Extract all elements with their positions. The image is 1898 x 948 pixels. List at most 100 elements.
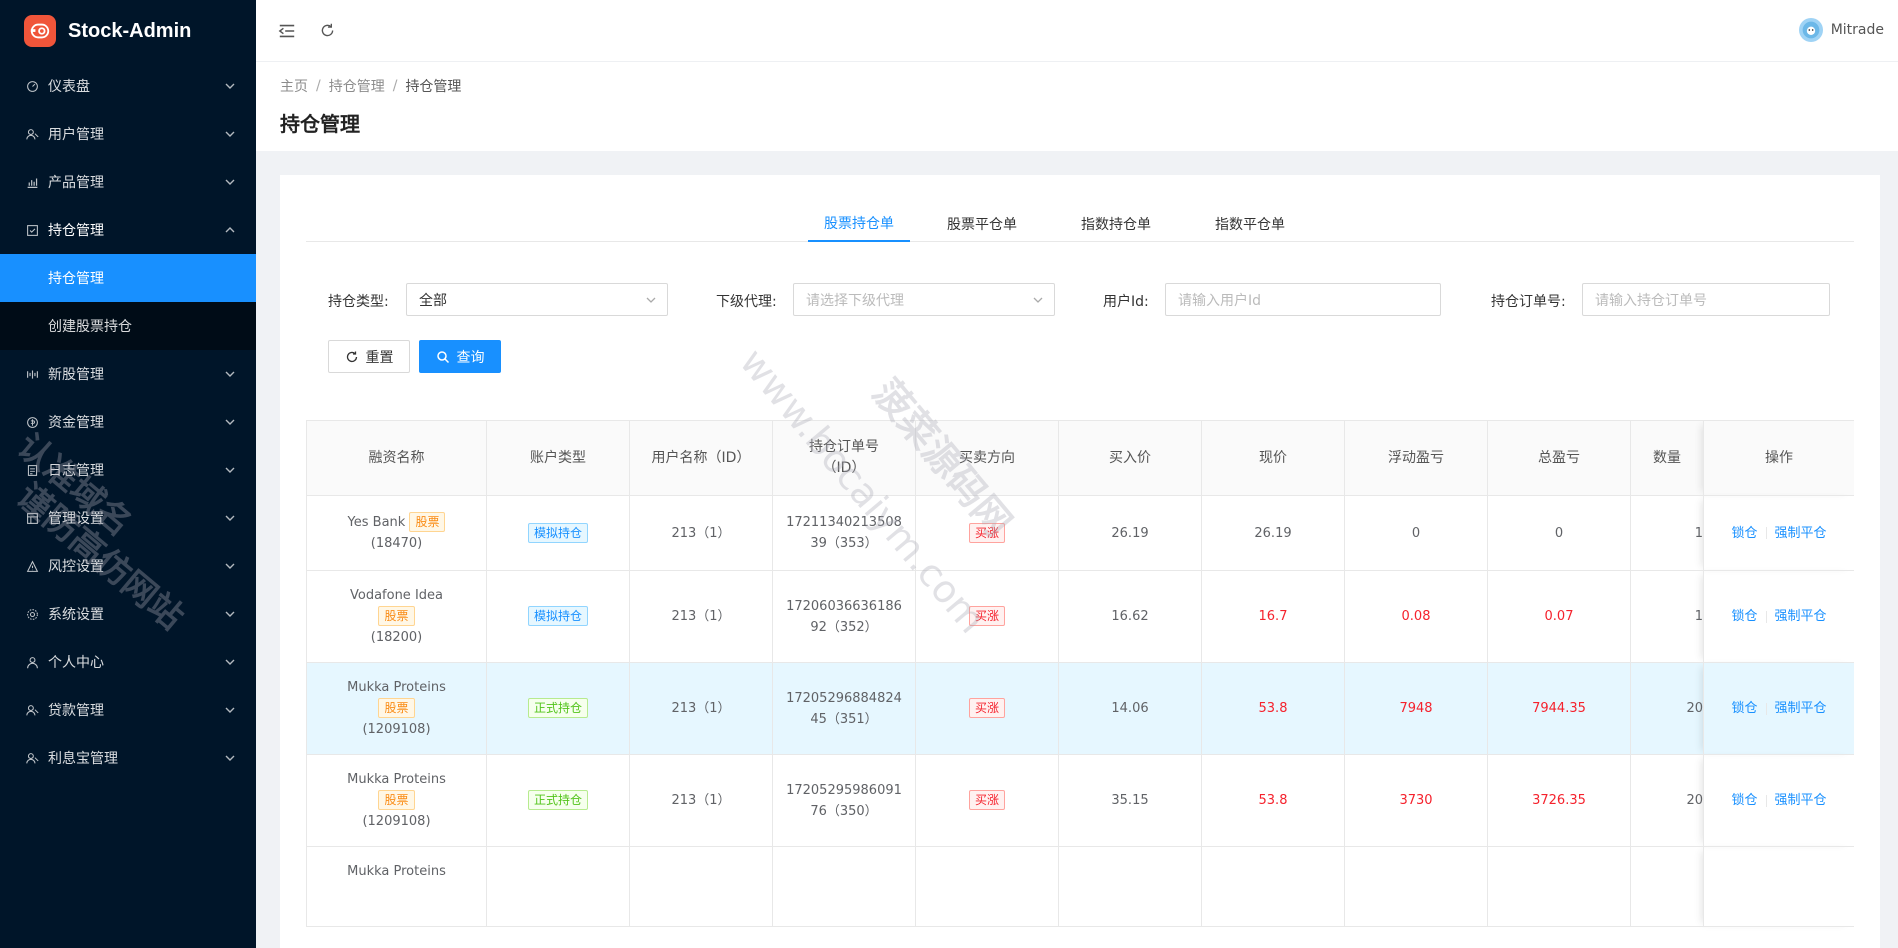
sidebar-item-12[interactable]: 利息宝管理 bbox=[0, 734, 256, 782]
account-type-tag: 模拟持仓 bbox=[527, 522, 588, 543]
tab-stock-positions[interactable]: 股票持仓单 bbox=[808, 205, 910, 242]
table-row[interactable]: Mukka Proteins bbox=[306, 846, 1854, 927]
account-type-tag: 正式持仓 bbox=[527, 698, 588, 718]
sidebar-item-10[interactable]: 个人中心 bbox=[0, 638, 256, 686]
breadcrumb-section[interactable]: 持仓管理 bbox=[329, 76, 385, 96]
sidebar-item-1[interactable]: 用户管理 bbox=[0, 110, 256, 158]
cell-total-pnl: 0.07 bbox=[1487, 570, 1631, 663]
stock-code: (18470) bbox=[370, 536, 423, 551]
stock-code: (18200) bbox=[370, 630, 423, 645]
force-close-link[interactable]: 强制平仓 bbox=[1775, 701, 1827, 716]
sidebar-item-3[interactable]: 持仓管理 bbox=[0, 206, 256, 254]
stock-name: Yes Bank bbox=[347, 515, 406, 530]
cell-name: Vodafone Idea 股票 (18200) bbox=[306, 570, 487, 663]
breadcrumb-separator: / bbox=[316, 78, 321, 94]
empty-cell bbox=[629, 846, 773, 927]
chevron-down-icon bbox=[225, 611, 235, 617]
force-close-link[interactable]: 强制平仓 bbox=[1775, 526, 1827, 541]
sidebar-item-2[interactable]: 产品管理 bbox=[0, 158, 256, 206]
tab-stock-closed[interactable]: 股票平仓单 bbox=[926, 205, 1038, 242]
force-close-link[interactable]: 强制平仓 bbox=[1775, 793, 1827, 808]
user-menu[interactable]: Mitrade bbox=[1798, 18, 1884, 42]
col-buy-price: 买入价 bbox=[1058, 420, 1202, 496]
sidebar-item-4[interactable]: 新股管理 bbox=[0, 350, 256, 398]
lock-position-link[interactable]: 锁仓 bbox=[1731, 701, 1757, 716]
stock-tag: 股票 bbox=[409, 512, 446, 532]
direction-tag: 买涨 bbox=[968, 522, 1005, 543]
stock-tag: 股票 bbox=[378, 790, 415, 810]
cell-user: 213（1） bbox=[629, 495, 773, 571]
col-current-price: 现价 bbox=[1201, 420, 1345, 496]
cell-name: Mukka Proteins 股票 (1209108) bbox=[306, 662, 487, 755]
cell-quantity: 20 bbox=[1630, 662, 1704, 755]
empty-cell bbox=[1058, 846, 1202, 927]
chevron-down-icon bbox=[225, 515, 235, 521]
position-type-select[interactable]: 全部 bbox=[406, 283, 668, 316]
agent-select[interactable]: 请选择下级代理 bbox=[793, 283, 1055, 316]
sidebar-item-label: 风控设置 bbox=[48, 559, 104, 575]
cell-buy-price: 14.06 bbox=[1058, 662, 1202, 755]
direction-tag: 买涨 bbox=[968, 790, 1005, 810]
sidebar-item-label: 日志管理 bbox=[48, 463, 104, 479]
cell-user: 213（1） bbox=[629, 662, 773, 755]
refresh-icon[interactable] bbox=[316, 20, 338, 42]
sidebar-item-5[interactable]: 资金管理 bbox=[0, 398, 256, 446]
account-type-tag: 模拟持仓 bbox=[527, 606, 588, 626]
users-icon bbox=[24, 126, 40, 142]
col-name: 融资名称 bbox=[306, 420, 487, 496]
user-id-input[interactable]: 请输入用户Id bbox=[1165, 283, 1441, 316]
empty-cell bbox=[1703, 846, 1854, 927]
table-row[interactable]: Vodafone Idea 股票 (18200) 模拟持仓 213（1） 17206036… bbox=[306, 570, 1854, 663]
col-order-no: 持仓订单号 （ID） bbox=[772, 420, 916, 496]
breadcrumb: 主页 / 持仓管理 / 持仓管理 bbox=[280, 76, 1874, 96]
sidebar-subitem-0[interactable]: 持仓管理 bbox=[0, 254, 256, 302]
breadcrumb-home[interactable]: 主页 bbox=[280, 76, 308, 96]
sidebar-subitem-1[interactable]: 创建股票持仓 bbox=[0, 302, 256, 350]
sidebar-item-8[interactable]: 风控设置 bbox=[0, 542, 256, 590]
logo[interactable]: Stock-Admin bbox=[0, 0, 256, 62]
sidebar-item-0[interactable]: 仪表盘 bbox=[0, 62, 256, 110]
position-icon bbox=[24, 222, 40, 238]
chevron-down-icon bbox=[225, 659, 235, 665]
empty-cell bbox=[1630, 846, 1704, 927]
tab-bar: 股票持仓单 股票平仓单 指数持仓单 指数平仓单 bbox=[306, 205, 1854, 242]
direction-tag: 买涨 bbox=[968, 606, 1005, 626]
tab-index-closed[interactable]: 指数平仓单 bbox=[1194, 205, 1306, 242]
cell-current-price: 53.8 bbox=[1201, 662, 1345, 755]
search-button[interactable]: 查询 bbox=[419, 340, 501, 373]
order-no-input[interactable]: 请输入持仓订单号 bbox=[1582, 283, 1830, 316]
direction-tag: 买涨 bbox=[968, 698, 1005, 718]
cell-current-price: 16.7 bbox=[1201, 570, 1345, 663]
lock-position-link[interactable]: 锁仓 bbox=[1731, 609, 1757, 624]
sidebar-item-6[interactable]: 日志管理 bbox=[0, 446, 256, 494]
chevron-down-icon bbox=[225, 371, 235, 377]
reset-button[interactable]: 重置 bbox=[328, 340, 410, 373]
sidebar-item-11[interactable]: 贷款管理 bbox=[0, 686, 256, 734]
cell-name: Mukka Proteins bbox=[306, 846, 487, 927]
lock-position-link[interactable]: 锁仓 bbox=[1731, 526, 1757, 541]
sidebar-item-label: 仪表盘 bbox=[48, 79, 90, 95]
table-row[interactable]: Mukka Proteins 股票 (1209108) 正式持仓 213（1） 17205… bbox=[306, 754, 1854, 847]
sidebar-item-7[interactable]: 管理设置 bbox=[0, 494, 256, 542]
cell-buy-price: 16.62 bbox=[1058, 570, 1202, 663]
sidebar-item-9[interactable]: 系统设置 bbox=[0, 590, 256, 638]
table-row[interactable]: Mukka Proteins 股票 (1209108) 正式持仓 213（1） 17205… bbox=[306, 662, 1854, 755]
new-stock-icon bbox=[24, 366, 40, 382]
page-header: 主页 / 持仓管理 / 持仓管理 持仓管理 bbox=[256, 62, 1898, 151]
menu-fold-icon[interactable] bbox=[276, 20, 298, 42]
action-divider bbox=[1765, 610, 1767, 623]
chevron-down-icon bbox=[225, 755, 235, 761]
chevron-up-icon bbox=[225, 227, 235, 233]
cell-float-pnl: 0 bbox=[1344, 495, 1488, 571]
position-type-label: 持仓类型: bbox=[328, 294, 389, 310]
position-type-value: 全部 bbox=[419, 292, 447, 309]
chevron-down-icon bbox=[225, 131, 235, 137]
cell-quantity: 1 bbox=[1630, 495, 1704, 571]
lock-position-link[interactable]: 锁仓 bbox=[1731, 793, 1757, 808]
cell-direction: 买涨 bbox=[915, 662, 1059, 755]
chevron-down-icon bbox=[225, 179, 235, 185]
force-close-link[interactable]: 强制平仓 bbox=[1775, 609, 1827, 624]
table-row[interactable]: Yes Bank 股票 (18470) 模拟持仓 213（1） 172113402135… bbox=[306, 495, 1854, 571]
tab-index-positions[interactable]: 指数持仓单 bbox=[1060, 205, 1172, 242]
breadcrumb-current: 持仓管理 bbox=[405, 79, 462, 95]
